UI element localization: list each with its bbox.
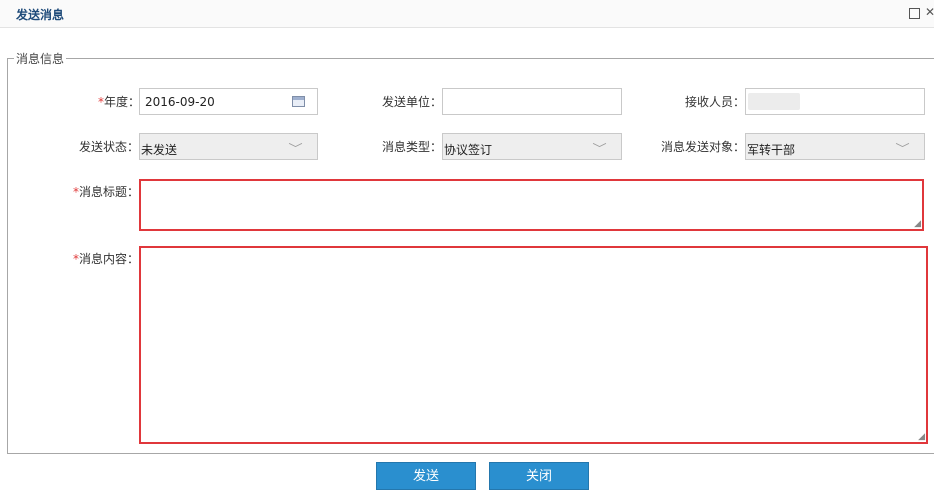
message-type-value: 协议签订 — [444, 143, 493, 157]
maximize-icon[interactable] — [909, 8, 920, 19]
send-target-label: 消息发送对象： — [661, 140, 746, 154]
dialog-title: 发送消息 — [16, 8, 65, 22]
dialog-titlebar: 发送消息 ✕ — [0, 0, 934, 28]
send-target-select[interactable]: 军转干部 ﹀ — [745, 133, 925, 160]
year-date-input[interactable]: 2016-09-20 — [139, 88, 318, 115]
message-type-select[interactable]: 协议签订 ﹀ — [442, 133, 622, 160]
send-unit-input[interactable] — [442, 88, 622, 115]
message-content-label-text: 消息内容： — [79, 252, 140, 266]
resize-handle-icon[interactable]: ◢ — [918, 432, 925, 442]
close-button[interactable]: 关闭 — [489, 462, 589, 490]
receiver-input[interactable] — [745, 88, 925, 115]
fieldset-legend: 消息信息 — [16, 52, 65, 66]
send-status-value: 未发送 — [141, 143, 178, 157]
redacted-receiver — [748, 93, 800, 110]
year-value: 2016-09-20 — [145, 95, 215, 109]
send-status-label: 发送状态： — [79, 140, 140, 154]
send-target-value: 军转干部 — [747, 143, 796, 157]
calendar-icon[interactable] — [292, 96, 305, 107]
chevron-down-icon: ﹀ — [592, 142, 607, 155]
chevron-down-icon: ﹀ — [895, 142, 910, 155]
chevron-down-icon: ﹀ — [288, 142, 303, 155]
message-title-label-text: 消息标题： — [79, 185, 140, 199]
message-title-label: *消息标题： — [73, 183, 139, 200]
year-label: *年度： — [98, 93, 140, 110]
message-content-textarea[interactable]: ◢ — [139, 246, 928, 444]
message-title-textarea[interactable]: ◢ — [139, 179, 924, 231]
send-status-select[interactable]: 未发送 ﹀ — [139, 133, 318, 160]
message-content-label: *消息内容： — [73, 250, 139, 267]
message-type-label: 消息类型： — [382, 140, 443, 154]
year-label-text: 年度： — [104, 95, 141, 109]
send-unit-label: 发送单位： — [382, 95, 443, 109]
send-button[interactable]: 发送 — [376, 462, 476, 490]
receiver-label: 接收人员： — [685, 95, 746, 109]
close-icon[interactable]: ✕ — [924, 6, 934, 18]
resize-handle-icon[interactable]: ◢ — [914, 219, 921, 229]
